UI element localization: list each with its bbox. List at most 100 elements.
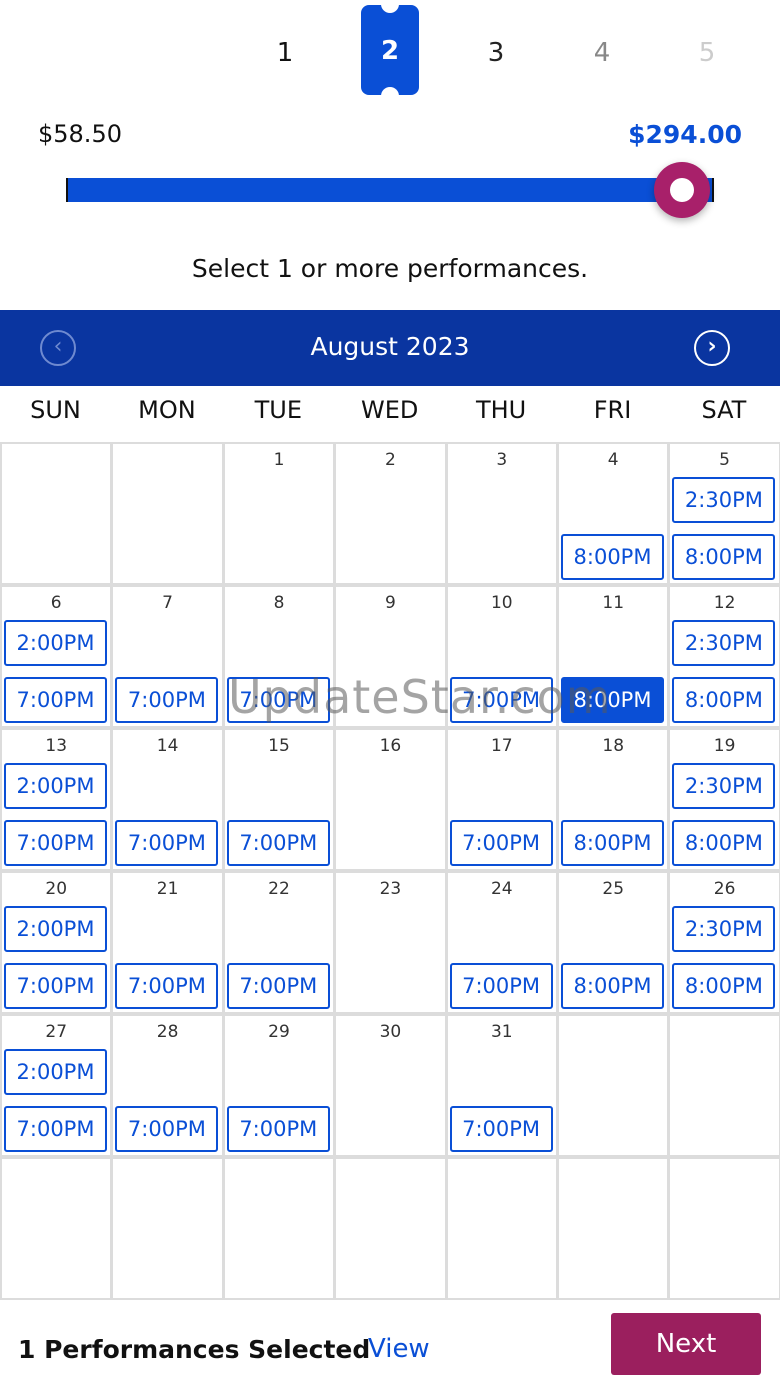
calendar-day-cell: 29 7:00PM: [224, 1016, 334, 1155]
performance-time-button[interactable]: 2:00PM: [4, 906, 107, 952]
performance-time-button[interactable]: 7:00PM: [449, 963, 553, 1009]
ticket-quantity-selector: 1 2 3 4 5: [0, 0, 780, 110]
performance-time-button-selected[interactable]: 8:00PM: [561, 677, 664, 723]
view-link[interactable]: View: [368, 1334, 430, 1364]
day-number: 17: [490, 736, 513, 756]
day-number: 16: [379, 736, 402, 756]
performance-time-button[interactable]: 7:00PM: [226, 820, 330, 866]
day-number: 28: [156, 1022, 179, 1042]
calendar-day-cell: 5 2:30PM 8:00PM: [670, 444, 779, 583]
calendar-day-cell: 9: [336, 587, 445, 726]
performance-time-button[interactable]: 8:00PM: [561, 534, 664, 580]
day-number: 11: [602, 593, 625, 613]
price-slider-track[interactable]: [66, 178, 714, 202]
day-number: 29: [268, 1022, 290, 1042]
calendar-day-cell: [2, 444, 111, 583]
calendar-day-cell: 30: [336, 1016, 445, 1155]
calendar-day-cell: [559, 1016, 668, 1155]
performance-time-button[interactable]: 7:00PM: [4, 677, 107, 723]
day-number: 21: [156, 879, 179, 899]
calendar-day-cell: [113, 1159, 222, 1298]
calendar-day-cell: [447, 1159, 556, 1298]
calendar-day-cell: 24 7:00PM: [447, 873, 556, 1012]
calendar-day-cell: 12 2:30PM 8:00PM: [670, 587, 779, 726]
next-button[interactable]: Next: [611, 1313, 761, 1375]
performance-time-button[interactable]: 8:00PM: [672, 820, 776, 866]
performance-time-button[interactable]: 7:00PM: [115, 1106, 219, 1152]
performance-time-button[interactable]: 2:30PM: [672, 620, 776, 666]
performance-time-button[interactable]: 7:00PM: [4, 963, 107, 1009]
performance-time-button[interactable]: 7:00PM: [449, 1106, 553, 1152]
calendar-day-cell: [224, 1159, 334, 1298]
weekday-header-row: SUN MON TUE WED THU FRI SAT: [0, 396, 780, 436]
weekday-label: TUE: [254, 396, 302, 424]
chevron-right-icon[interactable]: ›: [694, 330, 730, 366]
calendar-day-cell: 31 7:00PM: [447, 1016, 556, 1155]
calendar-day-cell: 1: [224, 444, 334, 583]
performance-time-button[interactable]: 8:00PM: [672, 534, 776, 580]
day-number: 2: [384, 450, 396, 470]
weekday-label: THU: [475, 396, 527, 424]
day-number: 20: [45, 879, 68, 899]
performance-time-button[interactable]: 2:30PM: [672, 763, 776, 809]
price-min-label: $58.50: [38, 120, 122, 148]
performance-time-button[interactable]: 8:00PM: [561, 963, 664, 1009]
price-slider-thumb[interactable]: [654, 162, 710, 218]
calendar-day-cell: 25 8:00PM: [559, 873, 668, 1012]
performance-time-button[interactable]: 7:00PM: [4, 820, 107, 866]
ticket-quantity-option[interactable]: 5: [687, 38, 727, 68]
performance-time-button[interactable]: 8:00PM: [672, 677, 776, 723]
day-number: 12: [713, 593, 736, 613]
day-number: 24: [490, 879, 513, 899]
performance-time-button[interactable]: 2:30PM: [672, 477, 776, 523]
calendar-day-cell: 13 2:00PM 7:00PM: [2, 730, 111, 869]
performance-time-button[interactable]: 2:00PM: [4, 1049, 107, 1095]
calendar-month-title: August 2023: [310, 332, 470, 361]
calendar-day-cell: 21 7:00PM: [113, 873, 222, 1012]
calendar-day-cell: 27 2:00PM 7:00PM: [2, 1016, 111, 1155]
performance-time-button[interactable]: 7:00PM: [226, 1106, 330, 1152]
performance-time-button[interactable]: 7:00PM: [115, 820, 219, 866]
day-number: 3: [496, 450, 508, 470]
calendar-day-cell: 16: [336, 730, 445, 869]
day-number: 22: [268, 879, 290, 899]
performance-time-button[interactable]: 7:00PM: [449, 677, 553, 723]
weekday-label: MON: [138, 396, 196, 424]
calendar-day-cell: 26 2:30PM 8:00PM: [670, 873, 779, 1012]
performance-time-button[interactable]: 8:00PM: [672, 963, 776, 1009]
ticket-quantity-selected[interactable]: 2: [361, 4, 419, 96]
day-number: 5: [719, 450, 730, 470]
performance-time-button[interactable]: 7:00PM: [449, 820, 553, 866]
day-number: 31: [490, 1022, 513, 1042]
ticket-quantity-option[interactable]: 1: [265, 38, 305, 68]
calendar-day-cell: [670, 1159, 779, 1298]
day-number: 10: [490, 593, 513, 613]
performance-time-button[interactable]: 2:30PM: [672, 906, 776, 952]
instruction-text: Select 1 or more performances.: [191, 254, 589, 283]
performance-time-button[interactable]: 2:00PM: [4, 763, 107, 809]
day-number: 1: [273, 450, 285, 470]
price-max-label: $294.00: [628, 120, 742, 149]
ticket-quantity-option[interactable]: 4: [582, 38, 622, 68]
performance-time-button[interactable]: 2:00PM: [4, 620, 107, 666]
performance-time-button[interactable]: 7:00PM: [226, 963, 330, 1009]
calendar-header: ‹ August 2023 ›: [0, 310, 780, 386]
calendar-day-cell: 10 7:00PM: [447, 587, 556, 726]
performance-time-button[interactable]: 7:00PM: [115, 963, 219, 1009]
weekday-label: WED: [361, 396, 419, 424]
ticket-quantity-option[interactable]: 3: [476, 38, 516, 68]
calendar-day-cell: 7 7:00PM: [113, 587, 222, 726]
calendar-day-cell: 18 8:00PM: [559, 730, 668, 869]
slider-track-start: [66, 178, 68, 202]
calendar-day-cell: 8 7:00PM: [224, 587, 334, 726]
day-number: 23: [379, 879, 402, 899]
footer-bar: 1 Performances Selected View Next: [0, 1300, 780, 1387]
day-number: 13: [45, 736, 68, 756]
performance-time-button[interactable]: 7:00PM: [226, 677, 330, 723]
performance-time-button[interactable]: 7:00PM: [115, 677, 219, 723]
day-number: 8: [273, 593, 285, 613]
calendar-day-cell: 28 7:00PM: [113, 1016, 222, 1155]
performance-time-button[interactable]: 7:00PM: [4, 1106, 107, 1152]
performance-time-button[interactable]: 8:00PM: [561, 820, 664, 866]
day-number: 4: [607, 450, 619, 470]
